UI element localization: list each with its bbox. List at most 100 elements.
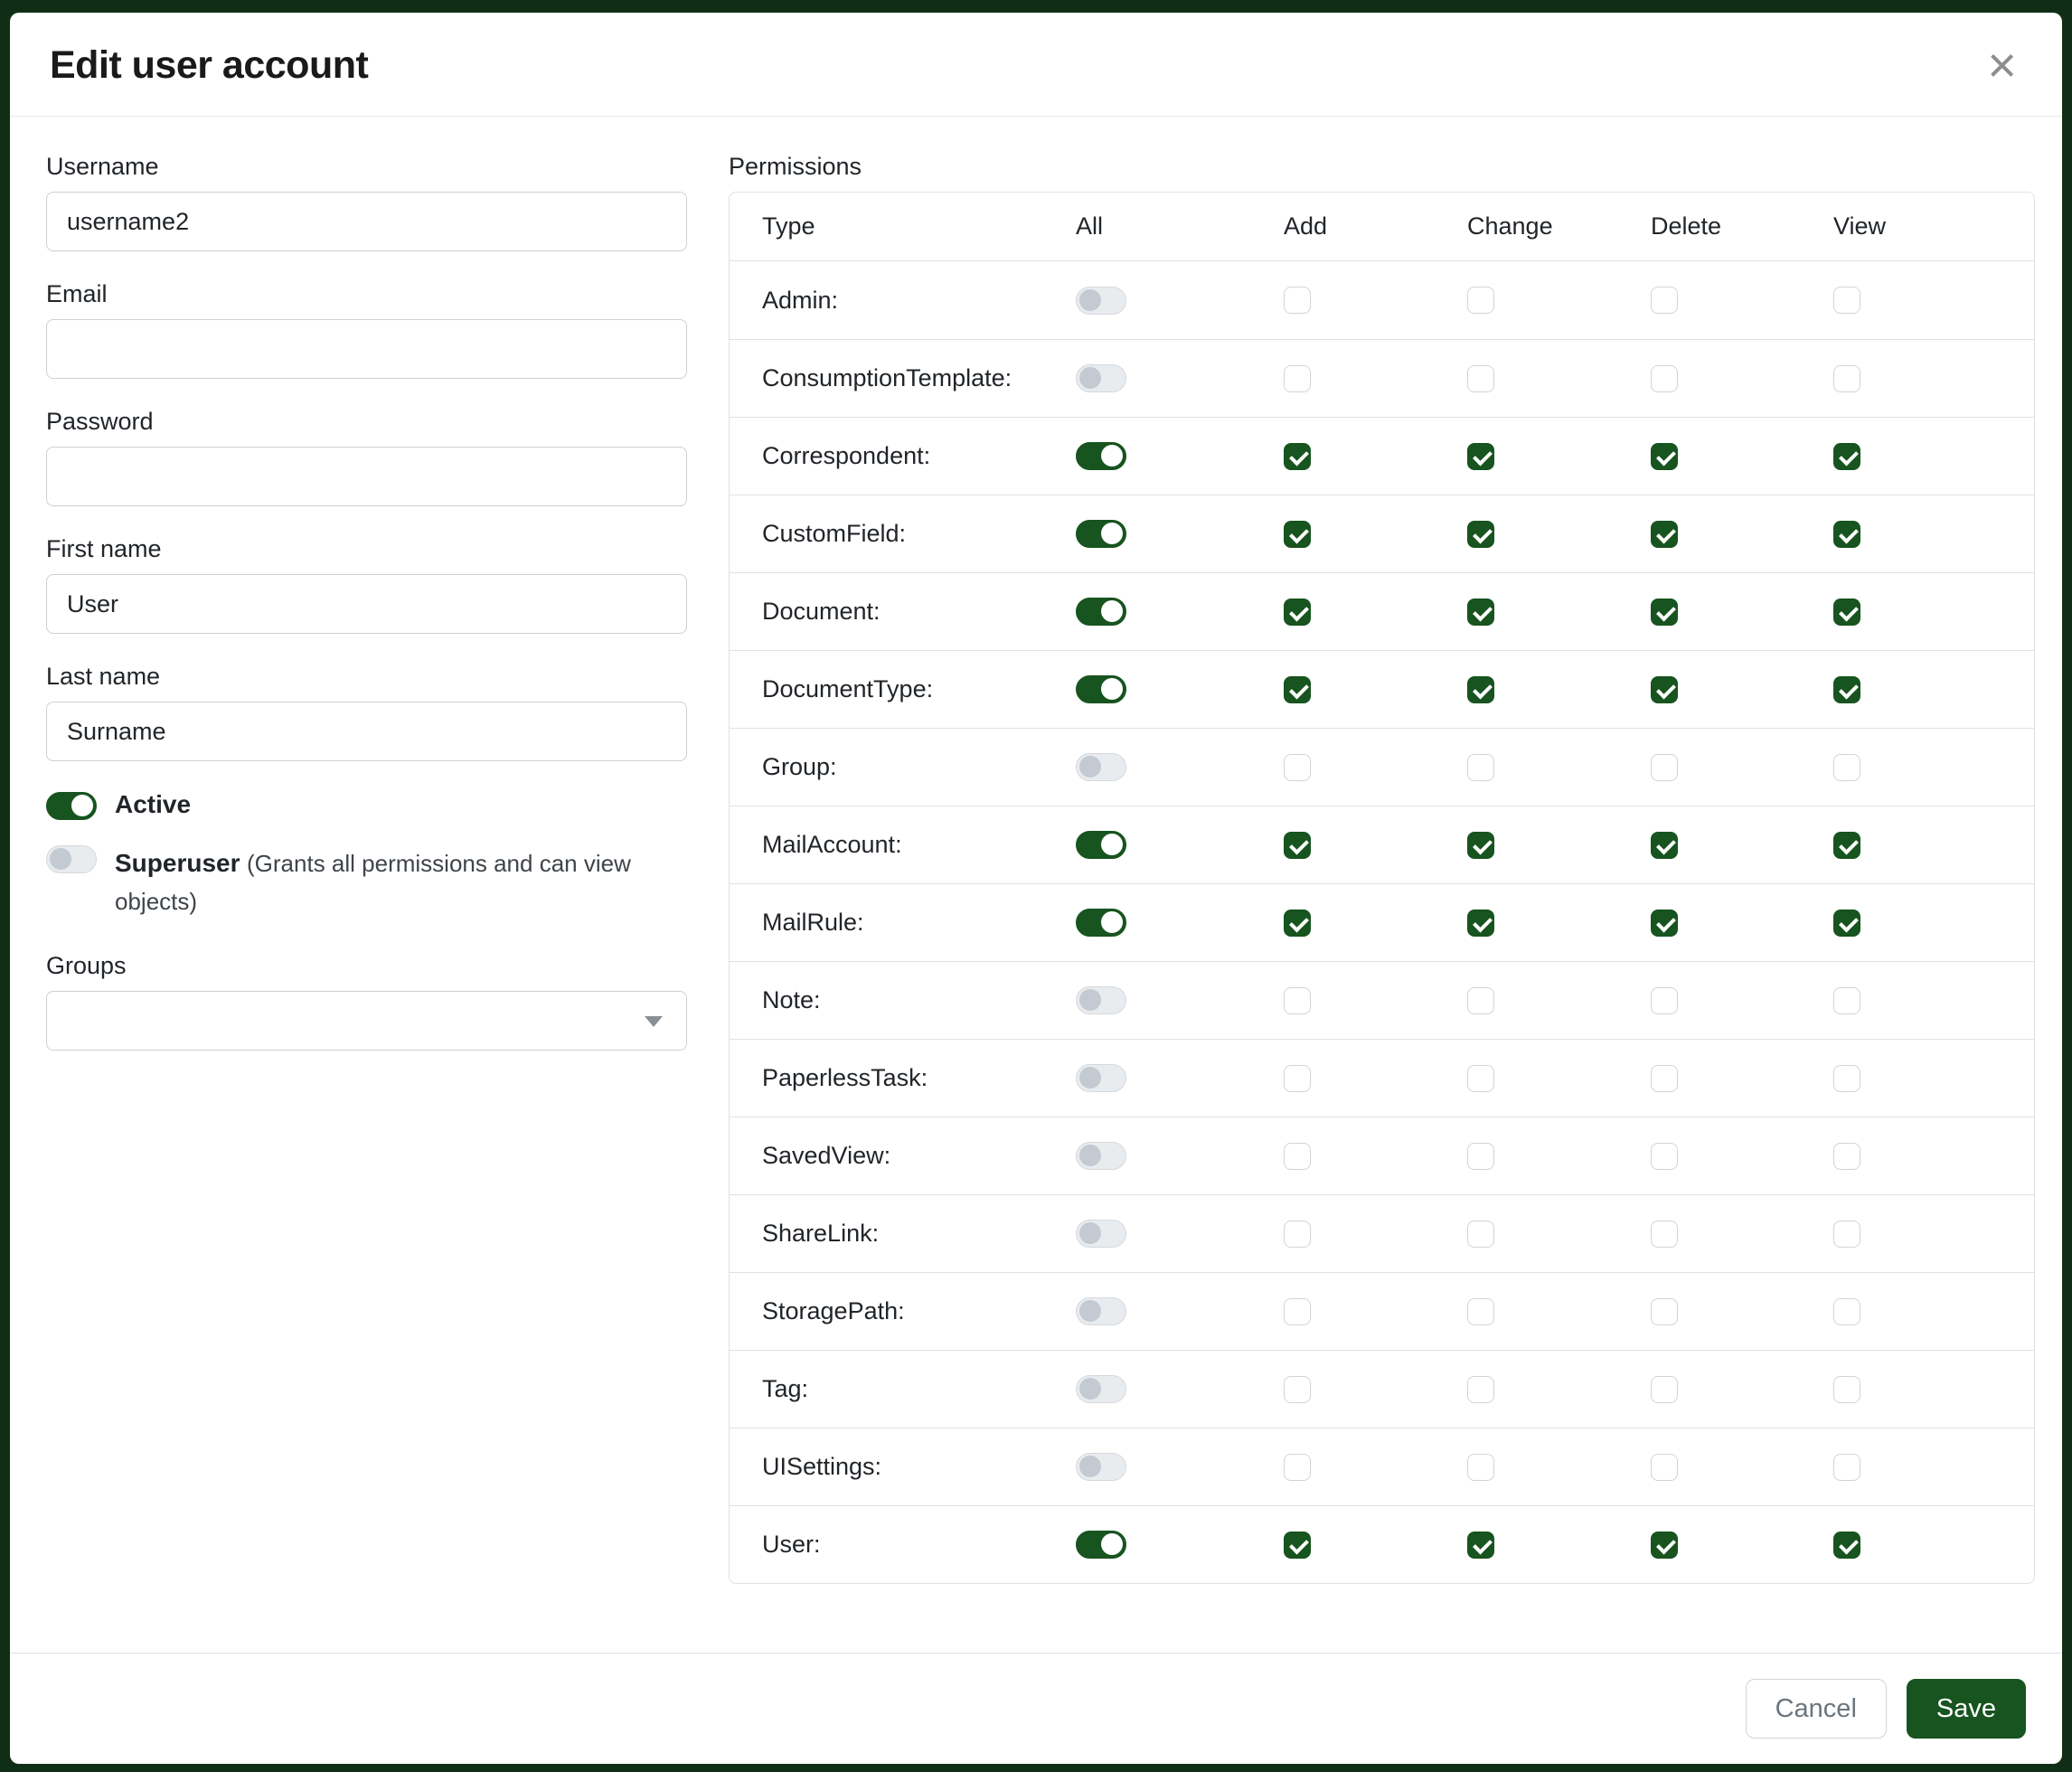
permission-change-checkbox[interactable] bbox=[1467, 599, 1494, 626]
permission-view-checkbox[interactable] bbox=[1833, 1221, 1860, 1248]
email-field-group: Email bbox=[46, 280, 687, 379]
permission-view-checkbox[interactable] bbox=[1833, 754, 1860, 781]
permission-delete-checkbox[interactable] bbox=[1651, 832, 1678, 859]
permission-delete-checkbox[interactable] bbox=[1651, 754, 1678, 781]
permission-add-checkbox[interactable] bbox=[1284, 754, 1311, 781]
permission-change-checkbox[interactable] bbox=[1467, 1065, 1494, 1092]
permission-delete-checkbox[interactable] bbox=[1651, 1143, 1678, 1170]
permission-delete-checkbox[interactable] bbox=[1651, 987, 1678, 1014]
permission-delete-checkbox[interactable] bbox=[1651, 910, 1678, 937]
permission-change-checkbox[interactable] bbox=[1467, 987, 1494, 1014]
permission-delete-checkbox[interactable] bbox=[1651, 1532, 1678, 1559]
permission-add-checkbox[interactable] bbox=[1284, 365, 1311, 392]
permission-type: ConsumptionTemplate: bbox=[730, 364, 1076, 392]
password-input[interactable] bbox=[46, 447, 687, 506]
permission-view-checkbox[interactable] bbox=[1833, 910, 1860, 937]
permission-all-toggle[interactable] bbox=[1076, 287, 1126, 315]
permission-add-checkbox[interactable] bbox=[1284, 1298, 1311, 1325]
permission-change-checkbox[interactable] bbox=[1467, 754, 1494, 781]
permission-change-checkbox[interactable] bbox=[1467, 832, 1494, 859]
permission-all-toggle[interactable] bbox=[1076, 520, 1126, 548]
permission-all-toggle[interactable] bbox=[1076, 1220, 1126, 1248]
permission-delete-checkbox[interactable] bbox=[1651, 599, 1678, 626]
permission-add-checkbox[interactable] bbox=[1284, 1454, 1311, 1481]
permission-view-checkbox[interactable] bbox=[1833, 443, 1860, 470]
permission-add-checkbox[interactable] bbox=[1284, 287, 1311, 314]
permission-view-checkbox[interactable] bbox=[1833, 1298, 1860, 1325]
permission-view-checkbox[interactable] bbox=[1833, 287, 1860, 314]
permission-all-toggle[interactable] bbox=[1076, 1531, 1126, 1559]
permission-view-checkbox[interactable] bbox=[1833, 832, 1860, 859]
permission-add-checkbox[interactable] bbox=[1284, 521, 1311, 548]
permission-all-toggle[interactable] bbox=[1076, 1297, 1126, 1325]
groups-select[interactable] bbox=[46, 991, 687, 1051]
permission-change-checkbox[interactable] bbox=[1467, 365, 1494, 392]
permission-change-checkbox[interactable] bbox=[1467, 287, 1494, 314]
permission-change-checkbox[interactable] bbox=[1467, 1454, 1494, 1481]
permission-change-checkbox[interactable] bbox=[1467, 1376, 1494, 1403]
permission-add-checkbox[interactable] bbox=[1284, 443, 1311, 470]
permission-all-toggle[interactable] bbox=[1076, 598, 1126, 626]
permission-add-checkbox[interactable] bbox=[1284, 1376, 1311, 1403]
permission-all-toggle[interactable] bbox=[1076, 909, 1126, 937]
permission-add-checkbox[interactable] bbox=[1284, 1065, 1311, 1092]
superuser-toggle[interactable] bbox=[46, 845, 97, 873]
username-input[interactable] bbox=[46, 192, 687, 251]
permission-view-checkbox[interactable] bbox=[1833, 1143, 1860, 1170]
permission-all-toggle[interactable] bbox=[1076, 831, 1126, 859]
permission-all-toggle[interactable] bbox=[1076, 1375, 1126, 1403]
first-name-input[interactable] bbox=[46, 574, 687, 634]
permission-delete-checkbox[interactable] bbox=[1651, 365, 1678, 392]
permission-change-checkbox[interactable] bbox=[1467, 910, 1494, 937]
permission-all-toggle[interactable] bbox=[1076, 364, 1126, 392]
permission-change-checkbox[interactable] bbox=[1467, 1143, 1494, 1170]
permission-change-checkbox[interactable] bbox=[1467, 676, 1494, 703]
close-icon[interactable]: × bbox=[1982, 40, 2022, 90]
permission-all-toggle[interactable] bbox=[1076, 1453, 1126, 1481]
permission-all-toggle[interactable] bbox=[1076, 675, 1126, 703]
permission-all-toggle[interactable] bbox=[1076, 986, 1126, 1014]
permission-view-checkbox[interactable] bbox=[1833, 1065, 1860, 1092]
permission-change-checkbox[interactable] bbox=[1467, 521, 1494, 548]
permission-change-checkbox[interactable] bbox=[1467, 443, 1494, 470]
permission-add-checkbox[interactable] bbox=[1284, 1143, 1311, 1170]
permission-all-toggle[interactable] bbox=[1076, 1142, 1126, 1170]
permission-view-checkbox[interactable] bbox=[1833, 987, 1860, 1014]
permission-change-checkbox[interactable] bbox=[1467, 1298, 1494, 1325]
permission-add-checkbox[interactable] bbox=[1284, 676, 1311, 703]
permission-add-checkbox[interactable] bbox=[1284, 832, 1311, 859]
active-toggle[interactable] bbox=[46, 792, 97, 820]
permission-delete-checkbox[interactable] bbox=[1651, 443, 1678, 470]
permission-delete-checkbox[interactable] bbox=[1651, 1298, 1678, 1325]
permission-delete-checkbox[interactable] bbox=[1651, 1065, 1678, 1092]
permission-delete-checkbox[interactable] bbox=[1651, 676, 1678, 703]
last-name-input[interactable] bbox=[46, 702, 687, 761]
permission-all-toggle[interactable] bbox=[1076, 442, 1126, 470]
permission-delete-checkbox[interactable] bbox=[1651, 287, 1678, 314]
cancel-button[interactable]: Cancel bbox=[1746, 1679, 1887, 1739]
permission-view-checkbox[interactable] bbox=[1833, 599, 1860, 626]
permission-add-checkbox[interactable] bbox=[1284, 1532, 1311, 1559]
permission-delete-checkbox[interactable] bbox=[1651, 1221, 1678, 1248]
permission-add-checkbox[interactable] bbox=[1284, 1221, 1311, 1248]
permission-add-checkbox[interactable] bbox=[1284, 910, 1311, 937]
email-input[interactable] bbox=[46, 319, 687, 379]
permission-delete-checkbox[interactable] bbox=[1651, 1376, 1678, 1403]
permission-view-checkbox[interactable] bbox=[1833, 521, 1860, 548]
permission-change-checkbox[interactable] bbox=[1467, 1532, 1494, 1559]
permission-all-toggle[interactable] bbox=[1076, 1064, 1126, 1092]
permission-type: Tag: bbox=[730, 1375, 1076, 1403]
permission-add-checkbox[interactable] bbox=[1284, 987, 1311, 1014]
permission-add-checkbox[interactable] bbox=[1284, 599, 1311, 626]
save-button[interactable]: Save bbox=[1907, 1679, 2026, 1739]
permission-view-checkbox[interactable] bbox=[1833, 365, 1860, 392]
permission-view-checkbox[interactable] bbox=[1833, 1532, 1860, 1559]
permission-delete-checkbox[interactable] bbox=[1651, 521, 1678, 548]
toggle-knob bbox=[1079, 1222, 1101, 1244]
permission-delete-checkbox[interactable] bbox=[1651, 1454, 1678, 1481]
permission-view-checkbox[interactable] bbox=[1833, 1376, 1860, 1403]
permission-all-toggle[interactable] bbox=[1076, 753, 1126, 781]
permission-change-checkbox[interactable] bbox=[1467, 1221, 1494, 1248]
permission-view-checkbox[interactable] bbox=[1833, 1454, 1860, 1481]
permission-view-checkbox[interactable] bbox=[1833, 676, 1860, 703]
